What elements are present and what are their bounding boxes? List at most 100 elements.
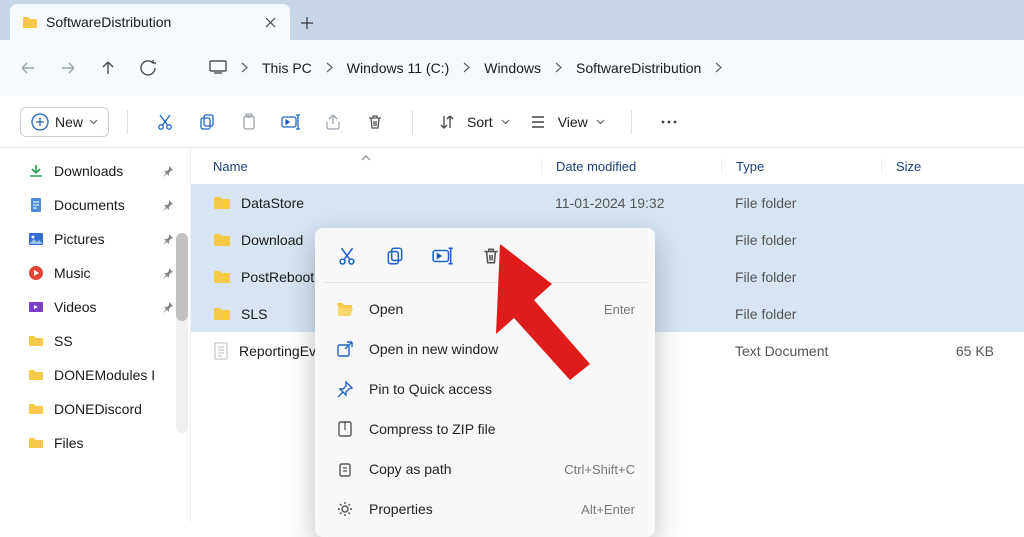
file-type: File folder <box>721 232 881 248</box>
delete-button[interactable] <box>356 103 394 141</box>
rename-button[interactable] <box>272 103 310 141</box>
properties-icon <box>335 499 355 519</box>
ctx-delete-button[interactable] <box>477 242 505 270</box>
sidebar-item-ss[interactable]: SS <box>22 324 190 358</box>
file-name: DataStore <box>241 195 304 211</box>
column-date[interactable]: Date modified <box>541 159 721 174</box>
ctx-pin-quick-access[interactable]: Pin to Quick access <box>323 369 647 409</box>
column-type[interactable]: Type <box>721 159 881 174</box>
ctx-compress-zip[interactable]: Compress to ZIP file <box>323 409 647 449</box>
open-external-icon <box>335 339 355 359</box>
document-icon <box>28 197 44 213</box>
pin-icon <box>162 199 174 211</box>
sidebar-item-downloads[interactable]: Downloads <box>22 154 190 188</box>
chevron-down-icon <box>596 119 605 125</box>
ctx-open[interactable]: Open Enter <box>323 289 647 329</box>
breadcrumb: This PC Windows 11 (C:) Windows Software… <box>203 56 728 80</box>
sidebar-item-donemodules-i[interactable]: DONEModules I <box>22 358 190 392</box>
nav-pane: DownloadsDocumentsPicturesMusicVideosSSD… <box>0 148 190 522</box>
separator <box>631 110 632 134</box>
ctx-copy-path[interactable]: Copy as path Ctrl+Shift+C <box>323 449 647 489</box>
tab-title: SoftwareDistribution <box>46 14 262 30</box>
column-headers: Name Date modified Type Size <box>191 148 1024 184</box>
chevron-down-icon <box>89 119 98 125</box>
breadcrumb-item[interactable]: Windows <box>478 56 547 80</box>
folder-icon <box>213 269 231 285</box>
back-button[interactable] <box>8 48 48 88</box>
chevron-right-icon[interactable] <box>235 62 254 73</box>
pin-icon <box>162 233 174 245</box>
ctx-properties-kb: Alt+Enter <box>581 502 635 517</box>
pin-icon <box>162 267 174 279</box>
view-button[interactable]: View <box>522 110 613 134</box>
refresh-button[interactable] <box>128 48 168 88</box>
file-row[interactable]: DataStore 11-01-2024 19:32File folder <box>191 184 1024 221</box>
new-tab-button[interactable] <box>290 6 324 40</box>
zip-icon <box>335 419 355 439</box>
file-name: Download <box>241 232 303 248</box>
chevron-right-icon[interactable] <box>457 62 476 73</box>
file-type: File folder <box>721 195 881 211</box>
folder-icon <box>213 232 231 248</box>
breadcrumb-item[interactable]: This PC <box>256 56 318 80</box>
ctx-copypath-label: Copy as path <box>369 461 550 477</box>
column-name[interactable]: Name <box>191 159 541 174</box>
sidebar-item-label: Downloads <box>54 163 123 179</box>
chevron-right-icon[interactable] <box>549 62 568 73</box>
new-label: New <box>55 114 83 130</box>
title-bar: SoftwareDistribution <box>0 0 1024 40</box>
window-tab[interactable]: SoftwareDistribution <box>10 4 290 40</box>
folder-icon <box>213 195 231 211</box>
pin-icon <box>162 301 174 313</box>
more-button[interactable] <box>650 103 688 141</box>
file-type: Text Document <box>721 343 881 359</box>
ctx-open-kb: Enter <box>604 302 635 317</box>
column-size[interactable]: Size <box>881 159 1024 174</box>
ctx-zip-label: Compress to ZIP file <box>369 421 635 437</box>
breadcrumb-item[interactable]: SoftwareDistribution <box>570 56 707 80</box>
pictures-icon <box>28 231 44 247</box>
close-tab-button[interactable] <box>262 14 278 30</box>
chevron-right-icon[interactable] <box>320 62 339 73</box>
file-date: 11-01-2024 19:32 <box>541 195 721 211</box>
forward-button[interactable] <box>48 48 88 88</box>
sidebar-item-label: Pictures <box>54 231 105 247</box>
sidebar-item-files[interactable]: Files <box>22 426 190 460</box>
new-button[interactable]: New <box>20 107 109 137</box>
file-type: File folder <box>721 269 881 285</box>
sidebar-item-music[interactable]: Music <box>22 256 190 290</box>
sidebar-item-donediscord[interactable]: DONEDiscord <box>22 392 190 426</box>
sidebar-item-pictures[interactable]: Pictures <box>22 222 190 256</box>
copy-button[interactable] <box>188 103 226 141</box>
chevron-right-icon[interactable] <box>709 62 728 73</box>
up-button[interactable] <box>88 48 128 88</box>
pc-icon[interactable] <box>203 58 233 78</box>
ctx-properties[interactable]: Properties Alt+Enter <box>323 489 647 529</box>
sidebar-item-documents[interactable]: Documents <box>22 188 190 222</box>
breadcrumb-item[interactable]: Windows 11 (C:) <box>341 56 455 80</box>
folder-icon <box>213 306 231 322</box>
paste-button[interactable] <box>230 103 268 141</box>
file-name: PostRebootE <box>241 269 324 285</box>
ctx-copy-button[interactable] <box>381 242 409 270</box>
sidebar-item-videos[interactable]: Videos <box>22 290 190 324</box>
ctx-cut-button[interactable] <box>333 242 361 270</box>
sidebar-scrollbar-thumb[interactable] <box>176 233 188 321</box>
copy-path-icon <box>335 459 355 479</box>
sort-icon <box>439 114 455 130</box>
cut-button[interactable] <box>146 103 184 141</box>
share-button[interactable] <box>314 103 352 141</box>
view-list-icon <box>530 114 546 130</box>
separator <box>323 282 647 283</box>
sort-button[interactable]: Sort <box>431 110 518 134</box>
ctx-properties-label: Properties <box>369 501 567 517</box>
sidebar-item-label: Music <box>54 265 91 281</box>
ctx-rename-button[interactable] <box>429 242 457 270</box>
file-size: 65 KB <box>881 343 1024 359</box>
ctx-open-new-window[interactable]: Open in new window <box>323 329 647 369</box>
sidebar-item-label: DONEDiscord <box>54 401 142 417</box>
music-icon <box>28 265 44 281</box>
sidebar-item-label: Documents <box>54 197 125 213</box>
sort-label: Sort <box>467 114 493 130</box>
folder-open-icon <box>335 299 355 319</box>
